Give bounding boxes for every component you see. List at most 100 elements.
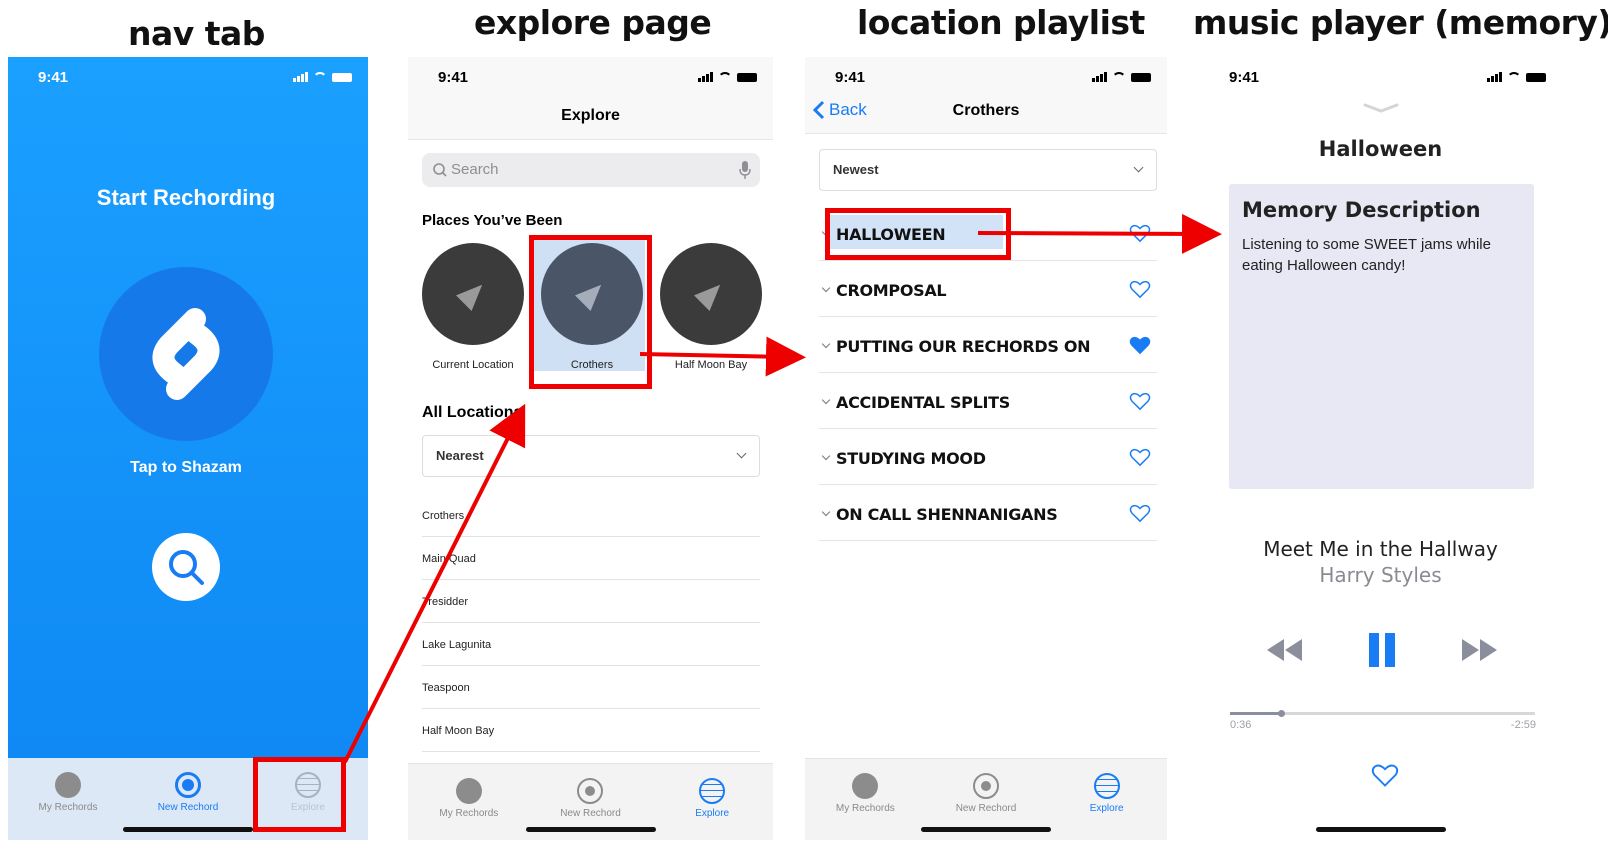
status-time: 9:41 [438, 69, 469, 86]
tab-label: My Rechords [439, 808, 499, 819]
chevron-down-icon [1133, 162, 1144, 173]
record-icon [55, 772, 81, 798]
place-label: Half Moon Bay [674, 359, 748, 371]
tab-new-rechord[interactable]: New Rechord [535, 778, 645, 819]
search-button[interactable] [152, 533, 220, 601]
tab-label: New Rechord [157, 802, 219, 813]
chevron-down-icon[interactable] [821, 283, 831, 293]
sort-value: Newest [833, 162, 879, 177]
location-playlist-screen: 9:41 Back Crothers Newest HALLOWEEN CROMP… [805, 57, 1167, 840]
pause-icon[interactable] [1367, 633, 1397, 667]
song-row[interactable]: CROMPOSAL [819, 261, 1157, 317]
record-icon [852, 773, 879, 799]
tab-label: New Rechord [560, 808, 621, 819]
elapsed-time: 0:36 [1230, 719, 1252, 731]
wifi-icon [313, 72, 327, 82]
location-name: Half Moon Bay [422, 725, 495, 737]
location-name: Lake Lagunita [422, 639, 492, 651]
location-row[interactable]: Main Quad [422, 537, 760, 580]
heart-icon[interactable] [1129, 279, 1151, 299]
chevron-down-icon[interactable] [821, 395, 831, 405]
record-target-icon [577, 778, 604, 804]
memory-card: Memory Description Listening to some SWE… [1229, 184, 1534, 489]
tab-my-rechords[interactable]: My Rechords [414, 778, 524, 819]
place-label: Current Location [432, 359, 514, 371]
heart-icon[interactable] [1129, 391, 1151, 411]
search-input[interactable]: Search [422, 153, 760, 187]
tab-new-rechord[interactable]: New Rechord [133, 772, 243, 813]
nav-bar: Back Crothers [805, 91, 1167, 134]
tab-my-rechords[interactable]: My Rechords [13, 772, 123, 813]
sort-dropdown[interactable]: Newest [819, 149, 1157, 191]
chevron-down-icon[interactable] [821, 339, 831, 349]
microphone-icon[interactable] [738, 160, 752, 180]
wifi-icon [718, 72, 732, 82]
song-row[interactable]: PUTTING OUR RECHORDS ON [819, 317, 1157, 373]
location-playlist-title: location playlist [857, 3, 1145, 42]
progress-thumb[interactable] [1277, 710, 1285, 717]
nav-tab-screen: 9:41 Start Rechording Tap to Shazam My R… [8, 57, 368, 840]
progress-track[interactable] [1230, 710, 1535, 717]
heart-icon[interactable] [1129, 223, 1151, 243]
sort-value: Nearest [436, 448, 484, 463]
tab-explore[interactable]: Explore [657, 778, 767, 819]
location-arrow-icon [694, 277, 728, 311]
song-name: CROMPOSAL [836, 281, 947, 300]
location-row[interactable]: Lake Lagunita [422, 623, 760, 666]
chevron-down-icon[interactable] [821, 451, 831, 461]
location-row[interactable]: Teaspoon [422, 666, 760, 709]
battery-icon [1526, 73, 1546, 82]
tab-explore[interactable]: Explore [1052, 773, 1162, 814]
memory-title: Halloween [1318, 137, 1443, 161]
search-placeholder: Search [451, 161, 499, 178]
place-current-location[interactable] [422, 243, 524, 345]
tab-my-rechords[interactable]: My Rechords [810, 773, 920, 814]
back-label: Back [829, 100, 867, 119]
sort-dropdown[interactable]: Nearest [422, 435, 760, 477]
heart-icon[interactable] [1129, 503, 1151, 523]
chevron-down-icon[interactable] [821, 507, 831, 517]
signal-icon [698, 72, 713, 82]
tab-new-rechord[interactable]: New Rechord [931, 773, 1041, 814]
song-name: ON CALL SHENNANIGANS [836, 505, 1058, 524]
status-icons [698, 71, 757, 82]
memory-text: Listening to some SWEET jams while eatin… [1242, 236, 1491, 274]
signal-icon [1092, 72, 1107, 82]
status-bar: 9:41 [1199, 57, 1562, 97]
home-indicator [921, 827, 1051, 832]
page-title: Explore [561, 107, 620, 124]
song-row[interactable]: STUDYING MOOD [819, 429, 1157, 485]
search-icon [433, 163, 447, 177]
song-row[interactable]: ON CALL SHENNANIGANS [819, 485, 1157, 541]
location-name: Teaspoon [422, 682, 470, 694]
highlight-crothers-place [529, 235, 652, 389]
status-icons [1487, 71, 1546, 82]
home-indicator [123, 827, 253, 832]
status-bar: 9:41 [8, 57, 368, 97]
place-half-moon-bay[interactable] [660, 243, 762, 345]
heart-icon[interactable] [1129, 447, 1151, 467]
chevron-left-icon [813, 100, 825, 120]
heart-icon[interactable] [1371, 762, 1399, 788]
fast-forward-icon[interactable] [1459, 637, 1499, 663]
location-name: Crothers [422, 510, 465, 522]
tab-bar: My Rechords New Rechord Explore [805, 758, 1167, 840]
collapse-chevron-icon[interactable] [1361, 101, 1401, 115]
all-locations-heading: All Locations [422, 404, 523, 421]
location-row[interactable]: Tresidder [422, 580, 760, 623]
record-target-icon [972, 773, 999, 799]
heart-filled-icon[interactable] [1129, 335, 1151, 355]
location-arrow-icon [456, 277, 490, 311]
back-button[interactable]: Back [813, 100, 867, 120]
nav-bar: Explore [408, 95, 773, 140]
location-row[interactable]: Half Moon Bay [422, 709, 760, 752]
shazam-button[interactable] [99, 267, 273, 441]
places-heading: Places You’ve Been [422, 212, 563, 229]
rewind-icon[interactable] [1265, 637, 1305, 663]
location-name: Main Quad [422, 553, 476, 565]
location-row[interactable]: Crothers [422, 494, 760, 537]
wifi-icon [1507, 72, 1521, 82]
globe-icon [699, 778, 726, 804]
song-row[interactable]: ACCIDENTAL SPLITS [819, 373, 1157, 429]
song-name: PUTTING OUR RECHORDS ON [836, 337, 1091, 356]
